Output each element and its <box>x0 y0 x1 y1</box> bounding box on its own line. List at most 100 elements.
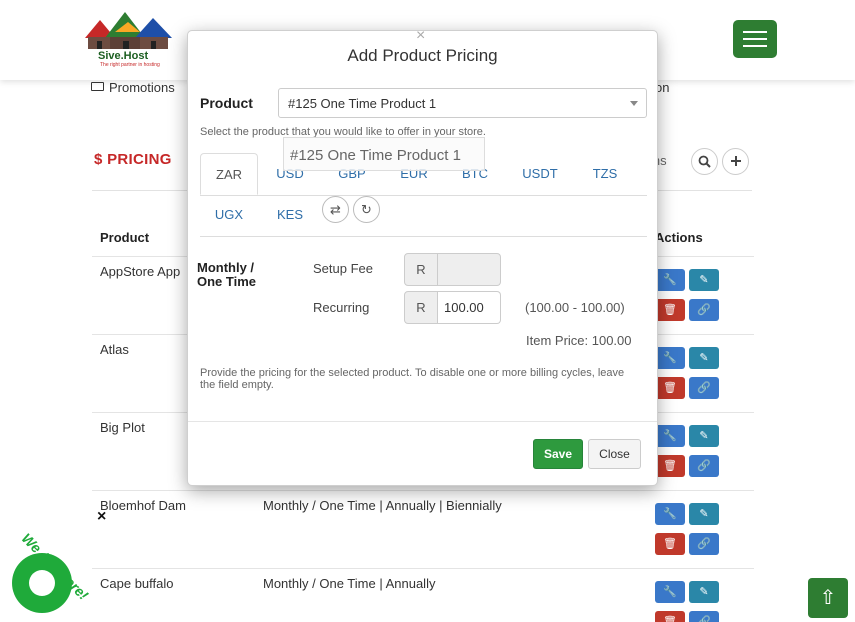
wrench-icon: 🔧 <box>663 274 677 286</box>
search-button[interactable] <box>691 148 718 175</box>
brand-name: Sive.Host <box>98 50 149 62</box>
column-header-product: Product <box>100 230 150 245</box>
configure-button[interactable]: 🔧 <box>655 269 685 291</box>
recurring-price-input[interactable]: 100.00 <box>438 291 501 324</box>
item-price-text: Item Price: 100.00 <box>526 333 632 348</box>
brand-tagline: The right partner in hosting <box>100 62 160 68</box>
swap-currency-button[interactable]: ⇄ <box>322 196 349 223</box>
edit-button[interactable]: ✎ <box>689 425 719 447</box>
link-button[interactable]: 🔗 <box>689 377 719 399</box>
logo-huts-icon <box>85 12 172 49</box>
trash-icon: 🗑 <box>663 460 677 472</box>
modal-close-icon[interactable]: × <box>416 27 425 45</box>
pencil-icon: ✎ <box>699 586 709 598</box>
link-icon: 🔗 <box>697 616 711 622</box>
plus-icon <box>730 156 741 166</box>
tab-kes[interactable]: KES <box>263 194 317 236</box>
pencil-icon: ✎ <box>699 274 709 286</box>
pencil-icon: ✎ <box>699 508 709 520</box>
pencil-icon: ✎ <box>699 352 709 364</box>
product-select[interactable]: #125 One Time Product 1 <box>278 88 647 118</box>
modal-title: Add Product Pricing <box>347 46 498 65</box>
wrench-icon: 🔧 <box>663 508 677 520</box>
tab-divider <box>200 236 647 237</box>
link-button[interactable]: 🔗 <box>689 455 719 477</box>
trash-icon: 🗑 <box>663 382 677 394</box>
currency-addon: R <box>404 291 438 324</box>
price-range-text: (100.00 - 100.00) <box>525 300 625 315</box>
edit-button[interactable]: ✎ <box>689 269 719 291</box>
delete-button[interactable]: 🗑 <box>655 455 685 477</box>
link-button[interactable]: 🔗 <box>689 533 719 555</box>
wrench-icon: 🔧 <box>663 352 677 364</box>
delete-button[interactable]: 🗑 <box>655 533 685 555</box>
link-icon: 🔗 <box>697 538 711 550</box>
setup-fee-input[interactable] <box>438 253 501 286</box>
nav-promotions-label: Promotions <box>109 80 175 95</box>
pricing-help-text: Provide the pricing for the selected pro… <box>200 367 625 391</box>
table-row-product: AppStore App <box>100 264 181 279</box>
modal-footer-divider <box>188 421 657 422</box>
trash-icon: 🗑 <box>663 616 677 622</box>
product-select-value: #125 One Time Product 1 <box>288 96 437 111</box>
link-icon: 🔗 <box>697 460 711 472</box>
site-logo[interactable]: Sive.Host The right partner in hosting <box>80 10 180 68</box>
rocket-icon: ⇧ <box>819 587 837 609</box>
delete-button[interactable]: 🗑 <box>655 299 685 321</box>
configure-button[interactable]: 🔧 <box>655 581 685 603</box>
table-row-cycles: Monthly / One Time | Annually <box>263 576 436 591</box>
billing-cycle-label: Monthly / One Time <box>197 260 257 289</box>
edit-button[interactable]: ✎ <box>689 503 719 525</box>
configure-button[interactable]: 🔧 <box>655 425 685 447</box>
wrench-icon: 🔧 <box>663 430 677 442</box>
swap-arrows-icon: ⇄ <box>330 202 341 217</box>
link-icon: 🔗 <box>697 382 711 394</box>
currency-addon: R <box>404 253 438 286</box>
chat-launcher-button[interactable] <box>12 553 72 613</box>
money-icon <box>91 82 104 91</box>
tab-ugx[interactable]: UGX <box>202 194 256 236</box>
refresh-rates-button[interactable]: ↻ <box>353 196 380 223</box>
wrench-icon: 🔧 <box>663 586 677 598</box>
drag-ghost: #125 One Time Product 1 <box>283 137 485 171</box>
table-divider <box>92 490 754 491</box>
edit-button[interactable]: ✎ <box>689 347 719 369</box>
link-icon: 🔗 <box>697 304 711 316</box>
nav-promotions-link[interactable]: Promotions <box>91 80 175 95</box>
add-pricing-button[interactable] <box>722 148 749 175</box>
pencil-icon: ✎ <box>699 430 709 442</box>
trash-icon: 🗑 <box>663 538 677 550</box>
trash-icon: 🗑 <box>663 304 677 316</box>
save-button[interactable]: Save <box>533 439 583 469</box>
delete-button[interactable]: 🗑 <box>655 377 685 399</box>
hamburger-icon <box>743 31 767 33</box>
tab-usdt[interactable]: USDT <box>511 153 569 195</box>
table-row-product: Cape buffalo <box>100 576 174 591</box>
chevron-down-icon <box>630 101 638 106</box>
chat-bubble-icon <box>29 570 55 596</box>
product-label: Product <box>200 95 253 111</box>
table-row-product: Atlas <box>100 342 129 357</box>
search-icon <box>698 155 711 168</box>
setup-fee-label: Setup Fee <box>313 261 373 276</box>
tab-tzs[interactable]: TZS <box>578 153 632 195</box>
refresh-icon: ↻ <box>361 202 372 217</box>
configure-button[interactable]: 🔧 <box>655 503 685 525</box>
link-button[interactable]: 🔗 <box>689 299 719 321</box>
page-title: $ PRICING <box>94 151 172 168</box>
table-row-product: Bloemhof Dam <box>100 498 186 513</box>
delete-button[interactable]: 🗑 <box>655 611 685 622</box>
chat-close-button[interactable]: × <box>97 508 106 526</box>
scroll-top-button[interactable]: ⇧ <box>808 578 848 618</box>
configure-button[interactable]: 🔧 <box>655 347 685 369</box>
table-row-product: Big Plot <box>100 420 145 435</box>
close-button[interactable]: Close <box>588 439 641 469</box>
table-row-cycles: Monthly / One Time | Annually | Biennial… <box>263 498 502 513</box>
tab-zar[interactable]: ZAR <box>200 153 258 195</box>
edit-button[interactable]: ✎ <box>689 581 719 603</box>
table-divider <box>92 568 754 569</box>
column-header-actions: Actions <box>655 230 703 245</box>
menu-toggle-button[interactable] <box>733 20 777 58</box>
recurring-label: Recurring <box>313 300 370 315</box>
link-button[interactable]: 🔗 <box>689 611 719 622</box>
